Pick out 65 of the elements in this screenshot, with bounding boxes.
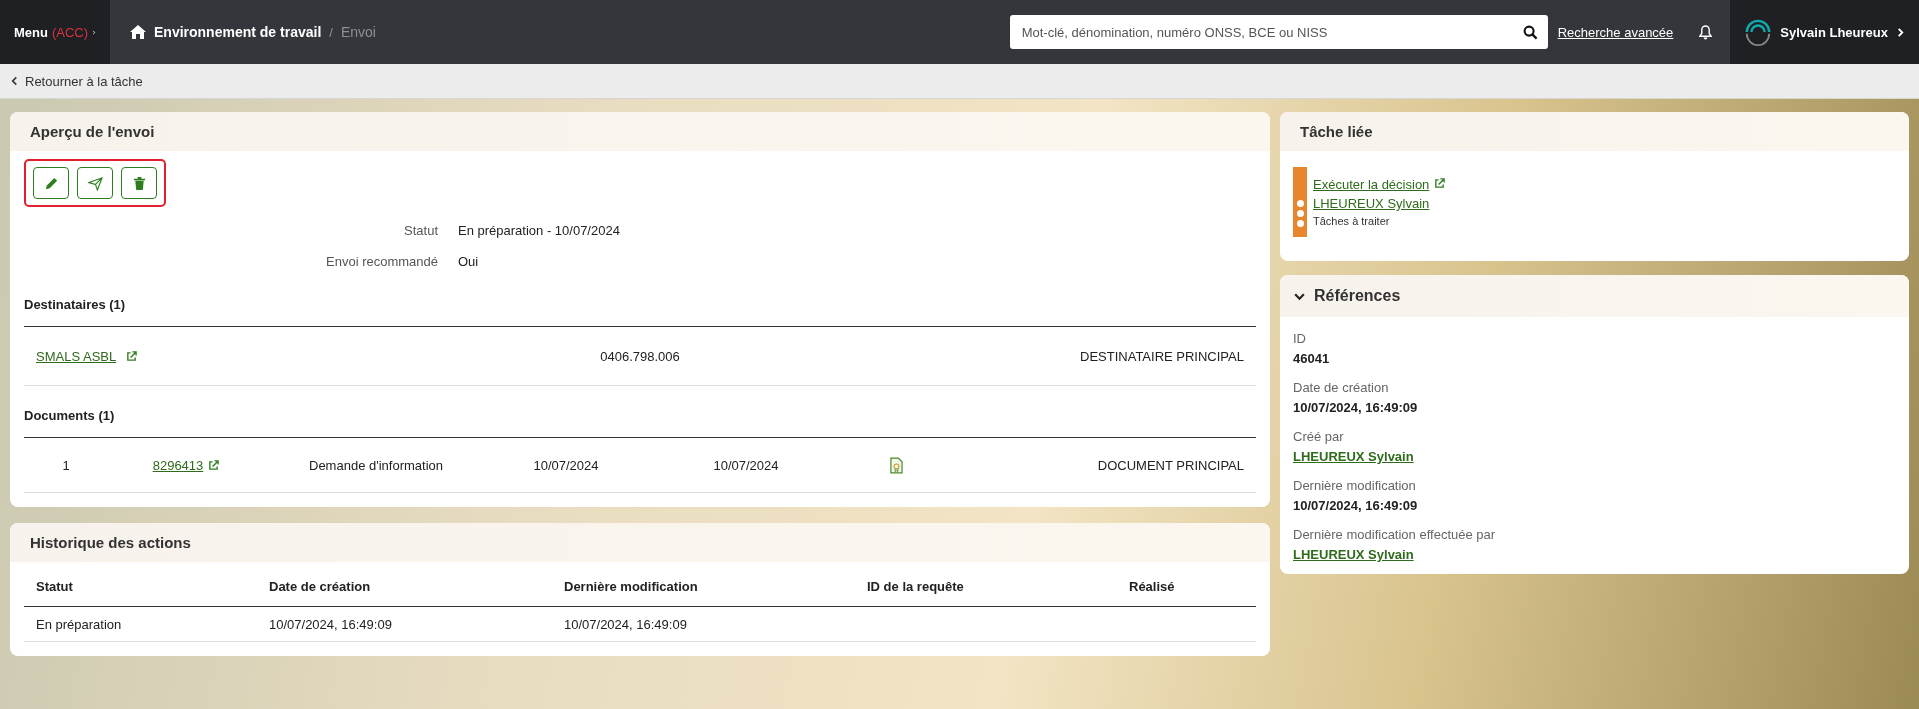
pencil-icon <box>43 175 59 191</box>
trash-icon <box>131 175 147 191</box>
arc-logo-icon <box>1744 18 1773 46</box>
external-link-icon[interactable] <box>1434 178 1446 189</box>
reference-label: Date de création <box>1293 380 1389 395</box>
user-link[interactable]: LHEUREUX Sylvain <box>1293 547 1414 562</box>
send-button[interactable] <box>77 167 113 199</box>
paper-plane-icon <box>87 175 103 191</box>
document-link[interactable]: 8296413 <box>152 457 204 473</box>
assignee-link[interactable]: LHEUREUX Sylvain <box>1313 196 1446 211</box>
column-header: Date de création <box>269 578 372 594</box>
table-cell: 10/07/2024, 16:49:09 <box>269 616 392 632</box>
chevron-left-icon <box>10 76 19 86</box>
reference-label: Dernière modification <box>1293 478 1416 493</box>
column-header: Dernière modification <box>564 578 699 594</box>
table-cell: En préparation <box>36 616 122 632</box>
field-value: En préparation - 10/07/2024 <box>458 223 621 238</box>
certified-document-icon[interactable] <box>889 456 903 474</box>
edit-button[interactable] <box>33 167 69 199</box>
table-cell-text: 10/07/2024 <box>712 457 780 473</box>
breadcrumb-link[interactable]: Environnement de travail <box>154 24 322 40</box>
environment-label: (ACC) <box>51 24 89 40</box>
reference-value: 46041 <box>1293 351 1330 366</box>
column-header: Réalisé <box>1129 578 1176 594</box>
current-page-label: Envoi <box>340 24 376 40</box>
breadcrumb-separator: / <box>329 24 333 40</box>
user-link[interactable]: LHEUREUX Sylvain <box>1293 449 1414 464</box>
field-label: Envoi recommandé <box>325 254 438 269</box>
search-bar[interactable]: Mot-clé, dénomination, numéro ONSS, BCE ou NISS <box>1009 15 1548 49</box>
table-cell-text: 0406.798.006 <box>599 348 681 364</box>
table-cell-text: DOCUMENT PRINCIPAL <box>1096 457 1244 473</box>
table-cell-text: 10/07/2024 <box>532 457 600 473</box>
reference-label: Dernière modification effectuée par <box>1293 527 1496 542</box>
recipient-link[interactable]: SMALS ASBL <box>36 348 117 364</box>
field-value: Oui <box>458 254 480 269</box>
table-cell-text: 1 <box>61 457 71 473</box>
section-title: Documents (1) <box>24 408 1256 438</box>
column-header: ID de la requête <box>867 578 965 594</box>
external-link-icon[interactable] <box>126 350 138 362</box>
reference-value: 10/07/2024, 16:49:09 <box>1293 498 1418 513</box>
external-link-icon[interactable] <box>208 459 220 471</box>
task-link[interactable]: Exécuter la décision <box>1313 177 1430 192</box>
search-icon[interactable] <box>1522 24 1538 40</box>
menu-button[interactable]: Menu (ACC) <box>0 0 110 64</box>
user-menu-button[interactable]: Sylvain Lheureux <box>1730 0 1919 64</box>
table-cell-text: DESTINATAIRE PRINCIPAL <box>1079 348 1244 364</box>
task-queue-label: Tâches à traiter <box>1313 215 1391 227</box>
back-link[interactable]: Retourner à la tâche <box>10 73 143 89</box>
card-title: Historique des actions <box>10 523 1270 562</box>
delete-button[interactable] <box>121 167 157 199</box>
table-cell-text: Demande d'information <box>308 457 444 473</box>
chevron-right-icon <box>1896 27 1905 37</box>
card-title: Tâche liée <box>1280 112 1909 151</box>
home-icon <box>130 25 146 39</box>
bell-icon[interactable] <box>1699 24 1713 40</box>
field-label: Statut <box>403 223 438 238</box>
table-cell: 10/07/2024, 16:49:09 <box>564 616 687 632</box>
advanced-search-link[interactable]: Recherche avancée <box>1557 24 1674 40</box>
card-title: Aperçu de l'envoi <box>10 112 1270 151</box>
column-header: Statut <box>36 578 74 594</box>
reference-value: 10/07/2024, 16:49:09 <box>1293 400 1418 415</box>
references-toggle[interactable]: Références <box>1280 275 1909 317</box>
reference-label: ID <box>1293 331 1306 346</box>
reference-label: Créé par <box>1293 429 1344 444</box>
section-title: Destinataires (1) <box>24 297 1256 327</box>
